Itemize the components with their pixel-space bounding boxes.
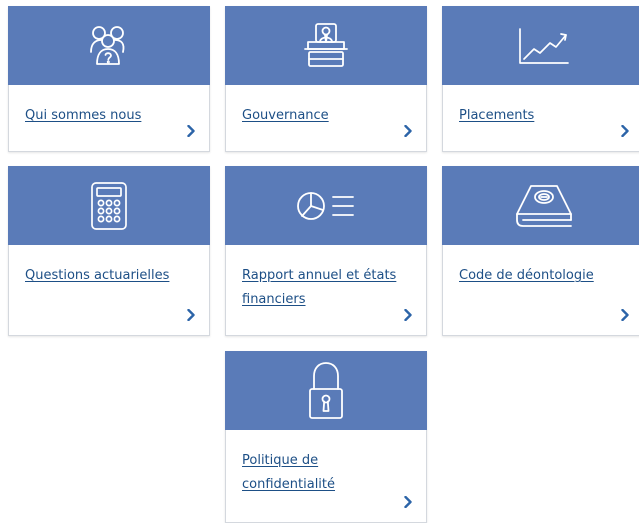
tile-placements[interactable]: Placements — [442, 6, 639, 152]
calculator-icon — [89, 181, 129, 231]
tile-qui-sommes-nous[interactable]: Qui sommes nous — [8, 6, 210, 152]
tile-label[interactable]: Gouvernance — [242, 104, 400, 128]
tile-label[interactable]: Qui sommes nous — [25, 104, 183, 128]
chevron-right-icon[interactable] — [404, 496, 412, 508]
padlock-icon — [307, 361, 345, 421]
tile-banner — [442, 166, 639, 245]
tile-banner — [225, 351, 427, 430]
chevron-right-icon[interactable] — [404, 125, 412, 137]
tile-gouvernance[interactable]: Gouvernance — [225, 6, 427, 152]
tile-rapport-annuel[interactable]: Rapport annuel et états financiers — [225, 166, 427, 336]
growth-chart-icon — [516, 25, 570, 67]
tile-banner — [8, 166, 210, 245]
tile-banner — [8, 6, 210, 85]
tile-banner — [442, 6, 639, 85]
book-seal-icon — [511, 182, 575, 230]
group-question-icon — [87, 24, 131, 68]
tile-politique-de-confidentialite[interactable]: Politique de confidentialité — [225, 351, 427, 523]
tile-label[interactable]: Questions actuarielles — [25, 264, 183, 288]
tile-questions-actuarielles[interactable]: Questions actuarielles — [8, 166, 210, 336]
pie-chart-list-icon — [295, 189, 357, 223]
tile-banner — [225, 166, 427, 245]
tile-label[interactable]: Rapport annuel et états financiers — [242, 264, 400, 312]
tile-code-de-deontologie[interactable]: Code de déontologie — [442, 166, 639, 336]
chevron-right-icon[interactable] — [621, 309, 629, 321]
tile-label[interactable]: Placements — [459, 104, 617, 128]
chevron-right-icon[interactable] — [404, 309, 412, 321]
tile-label[interactable]: Politique de confidentialité — [242, 449, 400, 497]
tile-banner — [225, 6, 427, 85]
chevron-right-icon[interactable] — [187, 309, 195, 321]
chevron-right-icon[interactable] — [187, 125, 195, 137]
chevron-right-icon[interactable] — [621, 125, 629, 137]
tile-label[interactable]: Code de déontologie — [459, 264, 617, 288]
podium-speaker-icon — [301, 22, 351, 70]
